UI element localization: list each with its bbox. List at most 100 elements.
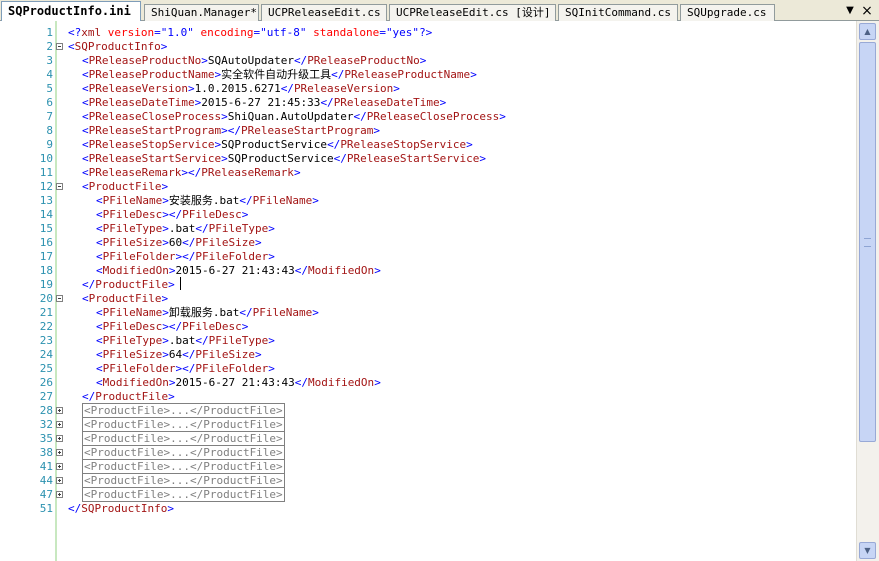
collapsed-region[interactable]: <ProductFile>...</ProductFile> [82,473,285,488]
syntax-token: > [201,54,208,67]
collapsed-region[interactable]: <ProductFile>...</ProductFile> [82,417,285,432]
syntax-token: < [96,306,103,319]
syntax-token: ProductFile [95,278,169,291]
close-icon[interactable]: × [860,4,874,18]
code-line[interactable]: 35 <ProductFile>...</ProductFile> [0,431,856,446]
code-text: </ProductFile> [82,390,175,404]
code-line[interactable]: 18 <ModifiedOn>2015-6-27 21:43:43</Modifi… [0,264,856,278]
tab-sqproductinfo-ini[interactable]: SQProductInfo.ini [1,1,141,22]
syntax-token: PReleaseCloseProcess [88,110,222,123]
syntax-token [101,26,108,39]
syntax-token: </ [182,236,196,249]
syntax-token: ?> [419,26,433,39]
code-line[interactable]: 16 <PFileSize>60</PFileSize> [0,236,856,250]
tab-dropdown-icon[interactable]: ▼ [843,4,857,18]
code-line[interactable]: 32 <ProductFile>...</ProductFile> [0,417,856,432]
syntax-token: PReleaseCloseProcess [366,110,500,123]
code-line[interactable]: 21 <PFileName>卸载服务.bat</PFileName> [0,306,856,320]
line-number: 41 [39,460,53,473]
syntax-token: 卸载服务.bat [168,306,240,319]
code-line[interactable]: 7 <PReleaseCloseProcess>ShiQuan.AutoUpdat… [0,110,856,124]
code-line[interactable]: 23 <PFileType>.bat</PFileType> [0,334,856,348]
code-line[interactable]: 13 <PFileName>安装服务.bat</PFileName> [0,194,856,208]
syntax-token: <? [68,26,82,39]
code-line[interactable]: 12 <ProductFile> [0,180,856,194]
syntax-token: encoding [200,26,254,39]
code-line[interactable]: 20 <ProductFile> [0,292,856,306]
expand-icon[interactable] [56,477,63,484]
syntax-token: standalone [313,26,380,39]
syntax-token: ProductFile [88,292,162,305]
scrollbar-thumb[interactable] [859,42,876,442]
code-line[interactable]: 14 <PFileDesc></PFileDesc> [0,208,856,222]
syntax-token: > [470,68,477,81]
code-line[interactable]: 41 <ProductFile>...</ProductFile> [0,459,856,474]
code-line[interactable]: 3 <PReleaseProductNo>SQAutoUpdater</PRele… [0,54,856,68]
scroll-down-icon[interactable]: ▼ [859,542,876,559]
code-text: <PReleaseProductName>实全软件自动升级工具</PReleas… [82,68,477,82]
expand-icon[interactable] [56,421,63,428]
syntax-token: PFileType [102,222,163,235]
collapsed-region[interactable]: <ProductFile>...</ProductFile> [82,431,285,446]
tab-ucpreleaseedit-cs-design[interactable]: UCPReleaseEdit.cs [设计] [389,4,556,21]
tab-ucpreleaseedit-cs[interactable]: UCPReleaseEdit.cs [261,4,387,21]
code-line[interactable]: 8 <PReleaseStartProgram></PReleaseStartPr… [0,124,856,138]
expand-icon[interactable] [56,435,63,442]
code-line[interactable]: 9 <PReleaseStopService>SQProductService</… [0,138,856,152]
code-line[interactable]: 44 <ProductFile>...</ProductFile> [0,473,856,488]
syntax-token: ModifiedOn [102,376,169,389]
syntax-token: PReleaseStartProgram [240,124,374,137]
syntax-token: </ [239,306,253,319]
expand-icon[interactable] [56,449,63,456]
syntax-token: PFileDesc [102,320,163,333]
code-line[interactable]: 4 <PReleaseProductName>实全软件自动升级工具</PRelea… [0,68,856,82]
code-line[interactable]: 22 <PFileDesc></PFileDesc> [0,320,856,334]
code-line[interactable]: 17 <PFileFolder></PFileFolder> [0,250,856,264]
code-line[interactable]: 10 <PReleaseStartService>SQProductService… [0,152,856,166]
syntax-token: ShiQuan.AutoUpdater [227,110,354,123]
syntax-token: 安装服务.bat [168,194,240,207]
code-text: <SQProductInfo> [68,40,167,54]
syntax-token: > [268,362,275,375]
code-line[interactable]: 38 <ProductFile>...</ProductFile> [0,445,856,460]
code-line[interactable]: 25 <PFileFolder></PFileFolder> [0,362,856,376]
line-number: 6 [46,96,53,109]
tab-shiquan-manager[interactable]: ShiQuan.Manager* [144,4,259,21]
code-line[interactable]: 51 </SQProductInfo> [0,502,856,516]
code-editor[interactable]: 1 <?xml version="1.0" encoding="utf-8" st… [0,21,856,561]
code-line[interactable]: 6 <PReleaseDateTime>2015-6-27 21:45:33</P… [0,96,856,110]
collapsed-region[interactable]: <ProductFile>...</ProductFile> [82,445,285,460]
code-line[interactable]: 47 <ProductFile>...</ProductFile> [0,487,856,502]
code-line[interactable]: 26 <ModifiedOn>2015-6-27 21:43:43</Modifi… [0,376,856,390]
syntax-token: > [499,110,506,123]
syntax-token: </ [182,348,196,361]
syntax-token: > [162,222,169,235]
code-line[interactable]: 5 <PReleaseVersion>1.0.2015.6271</PReleas… [0,82,856,96]
collapsed-region[interactable]: <ProductFile>...</ProductFile> [82,487,285,502]
collapse-icon[interactable] [56,295,63,302]
code-text: <ModifiedOn>2015-6-27 21:43:43</Modified… [96,376,381,390]
code-line[interactable]: 15 <PFileType>.bat</PFileType> [0,222,856,236]
code-line[interactable]: 28 <ProductFile>...</ProductFile> [0,403,856,418]
line-number: 16 [39,236,53,249]
code-line[interactable]: 1 <?xml version="1.0" encoding="utf-8" st… [0,26,856,40]
collapsed-region[interactable]: <ProductFile>...</ProductFile> [82,459,285,474]
collapse-icon[interactable] [56,183,63,190]
expand-icon[interactable] [56,463,63,470]
tab-squpgrade-cs[interactable]: SQUpgrade.cs [680,4,775,21]
code-line[interactable]: 19 </ProductFile> [0,278,856,292]
expand-icon[interactable] [56,407,63,414]
code-line[interactable]: 24 <PFileSize>64</PFileSize> [0,348,856,362]
code-line[interactable]: 11 <PReleaseRemark></PReleaseRemark> [0,166,856,180]
code-line[interactable]: 2 <SQProductInfo> [0,40,856,54]
collapse-icon[interactable] [56,43,63,50]
code-text: <PReleaseDateTime>2015-6-27 21:45:33</PR… [82,96,446,110]
syntax-token: xml [81,26,102,39]
syntax-token: < [96,264,103,277]
scroll-up-icon[interactable]: ▲ [859,23,876,40]
tab-sqinitcommand-cs[interactable]: SQInitCommand.cs [558,4,678,21]
collapsed-region[interactable]: <ProductFile>...</ProductFile> [82,403,285,418]
expand-icon[interactable] [56,491,63,498]
vertical-scrollbar[interactable]: ▲ ▼ [856,21,879,561]
code-line[interactable]: 27 </ProductFile> [0,390,856,404]
